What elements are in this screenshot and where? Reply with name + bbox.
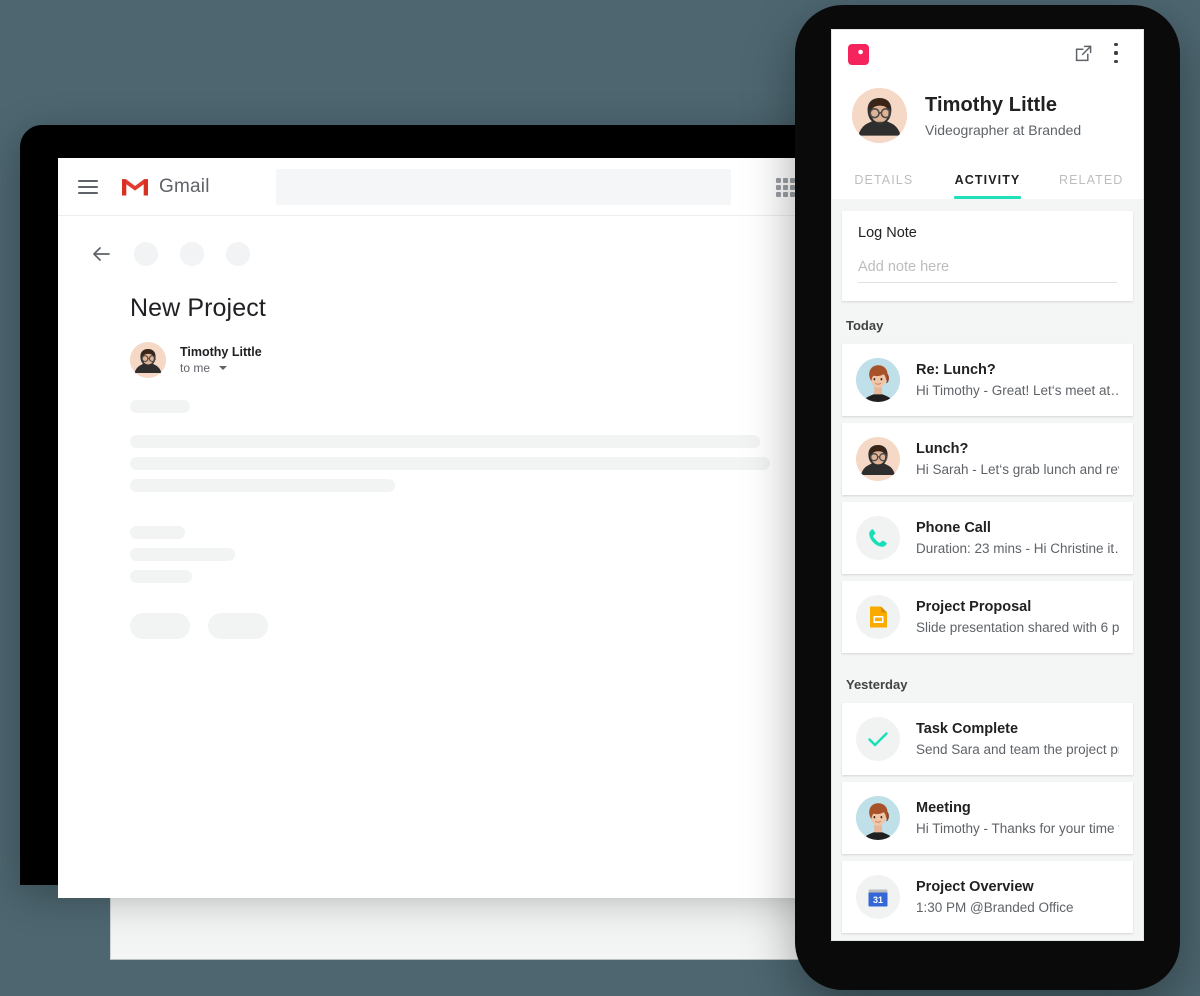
list-item-title: Task Complete — [916, 720, 1019, 737]
list-item[interactable]: Meeting Hi Timothy - Thanks for your tim… — [842, 782, 1133, 854]
contact-names: Timothy Little Videographer at Branded — [925, 92, 1081, 140]
more-vertical-icon[interactable] — [1107, 43, 1125, 63]
toolbar-placeholder[interactable] — [134, 242, 158, 266]
section-label-yesterday: Yesterday — [846, 677, 908, 692]
gmail-logo-icon — [120, 176, 150, 198]
mail-action-buttons — [130, 613, 848, 639]
skeleton-group — [130, 400, 848, 413]
mail-action-row — [58, 242, 848, 266]
list-item[interactable]: Phone Call Duration: 23 mins - Hi Christ… — [842, 502, 1133, 574]
list-item-title: Project Overview — [916, 878, 1034, 895]
avatar-female-icon — [856, 796, 900, 840]
app-topbar — [832, 30, 1143, 78]
apps-grid-icon[interactable] — [776, 178, 795, 197]
activity-scroll-area[interactable]: Log Note Today — [832, 199, 1143, 940]
list-item[interactable]: 31 Project Overview 1:30 PM @Branded Off… — [842, 861, 1133, 933]
svg-text:31: 31 — [873, 895, 883, 905]
tab-bar: DETAILS ACTIVITY RELATED — [832, 161, 1143, 199]
back-arrow-icon[interactable] — [90, 243, 112, 265]
skeleton-bar — [130, 570, 192, 583]
open-in-new-icon[interactable] — [1074, 44, 1093, 63]
avatar-male-icon — [856, 437, 900, 481]
list-item-text: Meeting Hi Timothy - Thanks for your tim… — [916, 798, 1119, 839]
hamburger-icon[interactable] — [78, 179, 98, 194]
list-item[interactable]: Lunch? Hi Sarah - Let‘s grab lunch and r… — [842, 423, 1133, 495]
contact-avatar — [852, 88, 907, 143]
search-input[interactable] — [276, 169, 731, 205]
app-logo-icon[interactable] — [848, 43, 869, 65]
skeleton-group — [130, 526, 848, 583]
list-item-text: Re: Lunch? Hi Timothy - Great! Let‘s mee… — [916, 360, 1119, 401]
skeleton-bar — [130, 479, 395, 492]
tab-related[interactable]: RELATED — [1039, 161, 1143, 199]
laptop-device: Gmail New Project Timothy Little to me — [0, 110, 848, 960]
list-item-title: Re: Lunch? — [916, 361, 996, 378]
list-item-subtitle: Send Sara and team the project prop… — [916, 741, 1119, 757]
list-item-subtitle: Duration: 23 mins - Hi Christine it… — [916, 540, 1119, 556]
toolbar-placeholder[interactable] — [226, 242, 250, 266]
list-item[interactable]: Task Complete Send Sara and team the pro… — [842, 703, 1133, 775]
skeleton-bar — [130, 548, 235, 561]
contact-header: Timothy Little Videographer at Branded — [832, 78, 1143, 161]
phone-screen: Timothy Little Videographer at Branded D… — [831, 29, 1144, 941]
skeleton-bar — [130, 435, 760, 448]
recipient-label: to me — [180, 361, 211, 375]
list-item-text: Lunch? Hi Sarah - Let‘s grab lunch and r… — [916, 439, 1119, 480]
log-note-input[interactable] — [858, 259, 1117, 283]
mail-content-skeleton — [130, 400, 848, 639]
list-item-subtitle: Slide presentation shared with 6 people — [916, 619, 1119, 635]
calendar-icon: 31 — [856, 875, 900, 919]
list-item[interactable]: Re: Lunch? Hi Timothy - Great! Let‘s mee… — [842, 344, 1133, 416]
laptop-screen: Gmail New Project Timothy Little to me — [58, 158, 848, 898]
tab-activity[interactable]: ACTIVITY — [936, 161, 1040, 199]
sender-name: Timothy Little — [180, 345, 262, 359]
list-item-title: Project Proposal — [916, 598, 1032, 615]
sender-recipient[interactable]: to me — [180, 360, 262, 376]
skeleton-bar — [130, 400, 190, 413]
contact-name: Timothy Little — [925, 93, 1058, 116]
check-icon — [856, 717, 900, 761]
sender-meta: Timothy Little to me — [180, 344, 262, 376]
list-item-subtitle: Hi Timothy - Great! Let‘s meet at… — [916, 382, 1119, 398]
list-item-title: Phone Call — [916, 519, 991, 536]
laptop-bezel: Gmail New Project Timothy Little to me — [20, 125, 848, 898]
phone-device: Timothy Little Videographer at Branded D… — [795, 5, 1180, 990]
skeleton-bar — [130, 526, 185, 539]
list-item-text: Task Complete Send Sara and team the pro… — [916, 719, 1119, 760]
list-item-subtitle: Hi Sarah - Let‘s grab lunch and revi… — [916, 461, 1119, 477]
reply-button[interactable] — [130, 613, 190, 639]
log-note-title: Log Note — [858, 225, 917, 241]
list-item-title: Meeting — [916, 799, 971, 816]
list-item-text: Project Proposal Slide presentation shar… — [916, 597, 1119, 638]
section-label-today: Today — [846, 318, 884, 333]
forward-button[interactable] — [208, 613, 268, 639]
sender-avatar — [130, 342, 166, 378]
page-title: New Project — [130, 294, 266, 322]
skeleton-group — [130, 435, 848, 492]
list-item-text: Phone Call Duration: 23 mins - Hi Christ… — [916, 518, 1119, 559]
tab-details[interactable]: DETAILS — [832, 161, 936, 199]
log-note-card: Log Note — [842, 211, 1133, 301]
mail-sender: Timothy Little to me — [130, 342, 848, 378]
slides-document-icon — [856, 595, 900, 639]
list-item[interactable]: Project Proposal Slide presentation shar… — [842, 581, 1133, 653]
toolbar-placeholder[interactable] — [180, 242, 204, 266]
screenshot-stage: Gmail New Project Timothy Little to me T… — [0, 0, 1200, 996]
gmail-logo: Gmail — [120, 176, 210, 198]
mail-body: New Project Timothy Little to me — [58, 266, 848, 639]
list-item-subtitle: 1:30 PM @Branded Office — [916, 899, 1074, 915]
phone-bezel: Timothy Little Videographer at Branded D… — [795, 5, 1180, 990]
skeleton-bar — [130, 457, 770, 470]
list-item-text: Project Overview 1:30 PM @Branded Office — [916, 877, 1119, 918]
chevron-down-icon[interactable] — [219, 366, 228, 370]
list-item-subtitle: Hi Timothy - Thanks for your time tod… — [916, 820, 1119, 836]
list-item-title: Lunch? — [916, 440, 969, 457]
phone-icon — [856, 516, 900, 560]
gmail-app-name: Gmail — [159, 175, 210, 197]
gmail-topbar: Gmail — [58, 158, 848, 216]
avatar-female-icon — [856, 358, 900, 402]
contact-role: Videographer at Branded — [925, 121, 1082, 138]
